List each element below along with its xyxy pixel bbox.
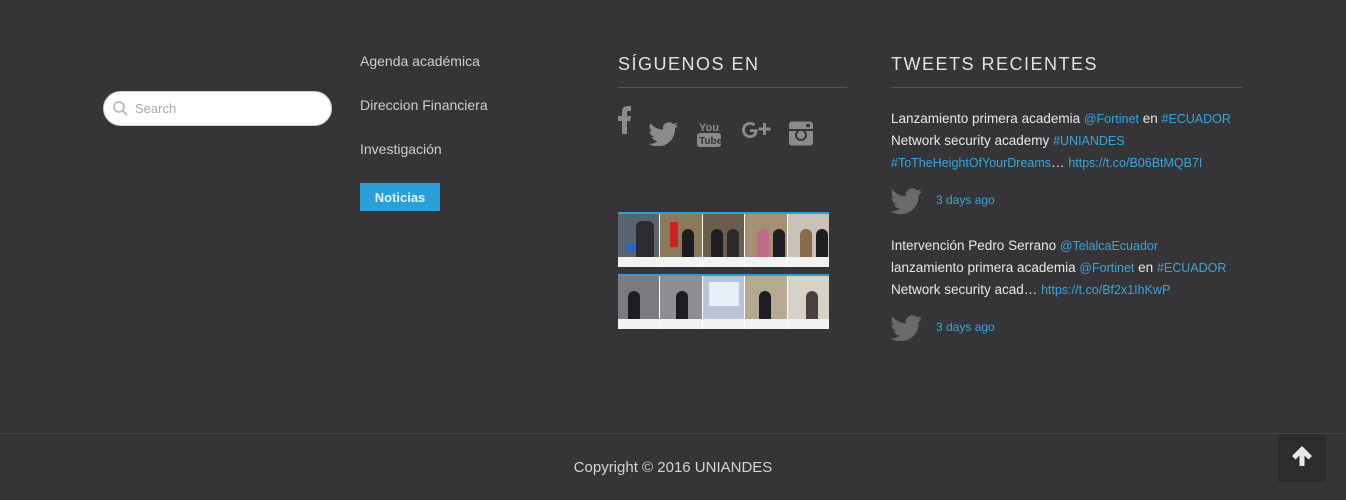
google-plus-icon[interactable] [740,119,772,150]
tweets-divider [891,87,1242,88]
tweet-text: Lanzamiento primera academia @Fortinet e… [891,108,1251,174]
youtube-icon-text-you: You [699,122,719,134]
photo-thumbnail[interactable] [745,214,788,267]
link-investigacion[interactable]: Investigación [360,140,488,184]
tweet: Intervención Pedro Serrano @TelalcaEcuad… [890,235,1251,342]
photo-thumbnail[interactable] [702,214,746,267]
youtube-icon[interactable]: You Tube [697,120,723,153]
photo-thumbnail[interactable] [660,276,703,329]
social-icons: You Tube [618,106,858,156]
search-box[interactable] [103,91,332,126]
photo-gallery [618,212,830,336]
photo-thumbnail[interactable] [787,276,830,329]
tweet-url-link[interactable]: https://t.co/Bf2x1IhKwP [1041,283,1170,297]
tweet-hashtag-link[interactable]: #ToTheHeightOfYourDreams [891,156,1051,170]
tweets-title: TWEETS RECIENTES [891,54,1099,74]
instagram-icon[interactable] [789,121,813,151]
tweet-url-link[interactable]: https://t.co/B06BtMQB7I [1068,156,1202,170]
photo-thumbnail[interactable] [702,276,746,329]
copyright-text: Copyright © 2016 UNIANDES [573,459,773,476]
footer-links: Agenda académica Direccion Financiera In… [360,52,488,211]
tweet-text-part: Intervención Pedro Serrano [891,238,1060,253]
twitter-bird-icon [890,188,923,219]
tweet-text-part: en [1134,260,1157,275]
photo-thumbnail[interactable] [618,214,661,267]
photo-row [618,274,830,329]
social-divider [618,87,847,88]
tweet-meta: 3 days ago [890,188,1251,215]
tweet-text-part: Network security academy [891,133,1054,148]
tweet: Lanzamiento primera academia @Fortinet e… [890,108,1251,215]
link-direccion-financiera[interactable]: Direccion Financiera [360,96,488,140]
tweet-meta: 3 days ago [890,315,1251,342]
search-input[interactable] [133,100,327,117]
facebook-icon[interactable] [618,106,632,139]
tweet-text-part: Network security acad… [891,282,1042,297]
twitter-bird-icon [890,315,923,346]
photo-thumbnail[interactable] [660,214,703,267]
photo-thumbnail[interactable] [618,276,661,329]
footer-main: Agenda académica Direccion Financiera In… [0,0,1346,433]
tweet-text-part: en [1138,111,1162,126]
tweet-text: Intervención Pedro Serrano @TelalcaEcuad… [891,235,1251,301]
tweet-timestamp-link[interactable]: 3 days ago [936,320,995,334]
tweet-text-part: … [1051,155,1069,170]
photo-thumbnail[interactable] [745,276,788,329]
tweet-text-part: Lanzamiento primera academia [891,111,1084,126]
tweet-hashtag-link[interactable]: #UNIANDES [1053,134,1125,148]
tweet-hashtag-link[interactable]: #ECUADOR [1157,261,1226,275]
footer-bottom: Copyright © 2016 UNIANDES [0,433,1346,500]
arrow-up-icon [1291,445,1313,472]
link-agenda-academica[interactable]: Agenda académica [360,52,488,96]
tweet-text-part: lanzamiento primera academia [891,260,1080,275]
tweet-mention-link[interactable]: @Fortinet [1084,112,1139,126]
tweet-timestamp-link[interactable]: 3 days ago [936,193,995,207]
photo-row [618,212,830,267]
youtube-icon-text-tube: Tube [699,136,723,147]
twitter-icon[interactable] [648,122,679,151]
back-to-top-button[interactable] [1278,434,1326,482]
tweet-hashtag-link[interactable]: #ECUADOR [1161,112,1230,126]
search-icon [112,100,129,117]
photo-thumbnail[interactable] [787,214,830,267]
tweet-mention-link[interactable]: @TelalcaEcuador [1060,239,1158,253]
tweet-mention-link[interactable]: @Fortinet [1079,261,1134,275]
social-title: SÍGUENOS EN [618,54,760,74]
noticias-button[interactable]: Noticias [360,183,440,211]
